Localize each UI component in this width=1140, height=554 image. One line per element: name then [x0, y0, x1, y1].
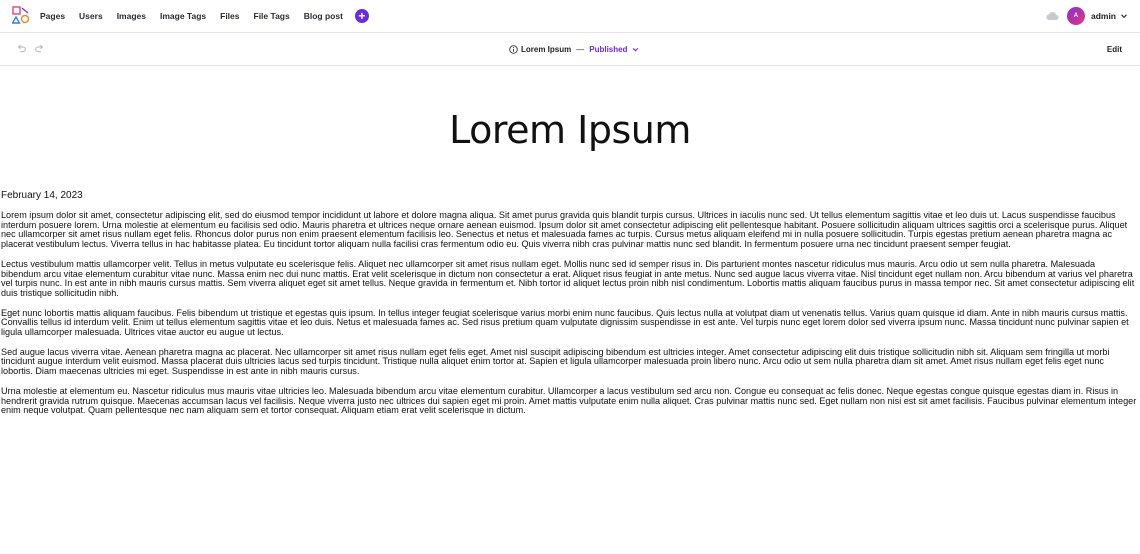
status-dropdown[interactable]: Published [589, 45, 627, 54]
document-status: Lorem Ipsum — Published [509, 33, 639, 66]
nav-item-blog-post[interactable]: Blog post [304, 11, 343, 21]
post-body: Lorem ipsum dolor sit amet, consectetur … [1, 210, 1137, 426]
paragraph: Lorem ipsum dolor sit amet, consectetur … [1, 210, 1128, 250]
nav-item-users[interactable]: Users [79, 11, 103, 21]
main-nav: Pages Users Images Image Tags Files File… [40, 0, 369, 32]
paragraph: Urna molestie at elementum eu. Nascetur … [1, 385, 1137, 416]
chevron-down-icon[interactable] [1120, 12, 1128, 20]
shapes-logo-icon[interactable] [12, 6, 30, 24]
avatar[interactable]: A [1066, 7, 1085, 25]
paragraph: Lectus vestibulum mattis ullamcorper vel… [1, 258, 1135, 298]
undo-icon[interactable] [17, 44, 26, 53]
user-tools: A admin [1045, 0, 1128, 32]
nav-item-images[interactable]: Images [117, 11, 146, 21]
nav-item-file-tags[interactable]: File Tags [254, 11, 290, 21]
nav-item-files[interactable]: Files [220, 11, 239, 21]
add-button[interactable]: + [354, 9, 369, 23]
title-separator: — [576, 45, 585, 54]
cloud-icon[interactable] [1045, 11, 1059, 21]
redo-icon[interactable] [35, 44, 44, 53]
nav-item-pages[interactable]: Pages [40, 11, 65, 21]
editor-toolbar: Lorem Ipsum — Published Edit [0, 33, 1140, 66]
paragraph: Sed augue lacus viverra vitae. Aenean ph… [1, 346, 1110, 377]
edit-button[interactable]: Edit [1107, 45, 1122, 54]
nav-item-image-tags[interactable]: Image Tags [160, 11, 206, 21]
info-circle-icon[interactable] [509, 45, 518, 54]
post-date: February 14, 2023 [1, 190, 83, 201]
top-navigation-bar: Pages Users Images Image Tags Files File… [0, 0, 1140, 33]
document-title: Lorem Ipsum [521, 45, 572, 54]
user-name[interactable]: admin [1091, 11, 1116, 21]
page-title: Lorem Ipsum [449, 108, 691, 152]
chevron-down-icon[interactable] [632, 46, 639, 53]
paragraph: Eget nunc lobortis mattis aliquam faucib… [1, 307, 1129, 338]
